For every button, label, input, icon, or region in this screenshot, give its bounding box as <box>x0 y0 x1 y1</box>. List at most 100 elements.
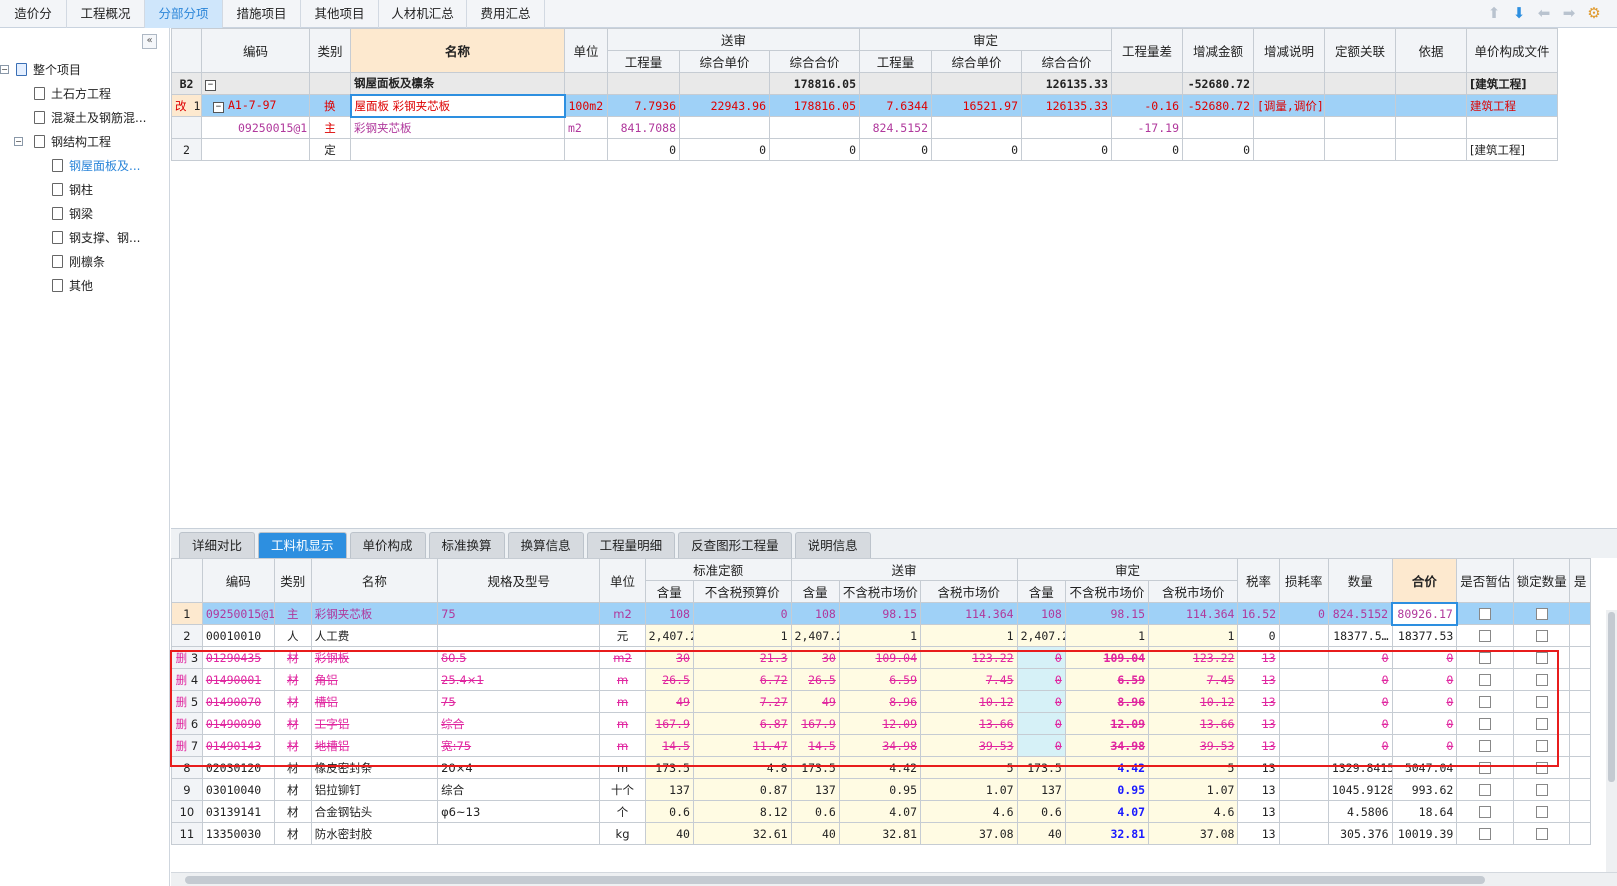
cell-std-c[interactable]: 14.5 <box>644 734 694 757</box>
top-tab[interactable]: 措施项目 <box>223 0 301 28</box>
col-approve-total[interactable]: 综合合价 <box>1021 50 1112 73</box>
cell-std-c[interactable]: 40 <box>644 822 694 845</box>
cell-type[interactable]: 材 <box>273 756 312 779</box>
cell-spec[interactable]: δ0.5 <box>437 646 601 669</box>
cell-qty[interactable]: 1329.8415 <box>1327 756 1393 779</box>
cell-unit[interactable]: m <box>599 734 646 757</box>
cell-type[interactable]: 材 <box>273 800 312 823</box>
cell-a-t[interactable]: 7.45 <box>1148 668 1239 691</box>
cell-name[interactable]: 彩钢夹芯板 <box>310 602 439 625</box>
g2-col-std-content[interactable]: 含量 <box>644 580 694 603</box>
g2-col-name[interactable]: 名称 <box>310 558 439 603</box>
cell-std-p[interactable]: 0 <box>692 602 792 625</box>
tree-item[interactable]: 钢梁 <box>0 202 170 226</box>
cell-diff[interactable]: 0 <box>1111 138 1183 161</box>
g2-col-submit-tax[interactable]: 含税市场价 <box>920 580 1018 603</box>
cell-s-nt[interactable]: 0.95 <box>838 778 922 801</box>
cell-inc[interactable]: -52680.72 <box>1182 94 1254 117</box>
cell-std-c[interactable]: 167.9 <box>644 712 694 735</box>
cell-unit[interactable]: 个 <box>599 800 646 823</box>
table-row[interactable]: 9 03010040 材铝拉铆钉 综合 十个 137 0.87 137 0.95 1.07 137 0… <box>171 778 1591 801</box>
cell-name[interactable]: 防水密封胶 <box>310 822 439 845</box>
col-inc-note[interactable]: 增减说明 <box>1253 28 1325 73</box>
cell-std-p[interactable]: 6.72 <box>692 668 792 691</box>
cell-total[interactable]: 0 <box>1391 690 1458 713</box>
cell-qty[interactable]: 0 <box>1327 712 1393 735</box>
cell-name[interactable]: 人工费 <box>310 624 439 647</box>
is-estimate-checkbox[interactable] <box>1479 608 1492 620</box>
col-approve-qty[interactable]: 工程量 <box>859 50 932 73</box>
cell-loss[interactable] <box>1278 800 1329 823</box>
g2-col-spec[interactable]: 规格及型号 <box>437 558 601 603</box>
cell-s-nt[interactable]: 109.04 <box>838 646 922 669</box>
table-row[interactable]: 1 09250015@1 主彩钢夹芯板 75 m2 108 0 108 98.15 114.364… <box>171 601 1591 626</box>
cell-a-price[interactable]: 0 <box>931 138 1022 161</box>
cell-a-c[interactable]: 173.5 <box>1016 756 1066 779</box>
detail-tab[interactable]: 详细对比 <box>179 532 256 558</box>
lock-qty-checkbox[interactable] <box>1535 652 1548 664</box>
is-estimate-checkbox[interactable] <box>1479 674 1492 686</box>
collapse-icon[interactable]: − <box>213 102 224 113</box>
tree-item[interactable]: − 钢结构工程 <box>0 130 170 154</box>
g2-col-approve-content[interactable]: 含量 <box>1016 580 1066 603</box>
col-code[interactable]: 编码 <box>201 28 310 73</box>
cell-rate[interactable]: 13 <box>1237 712 1280 735</box>
cell-qty[interactable]: 0 <box>1327 690 1393 713</box>
cell-a-total[interactable] <box>1021 116 1112 139</box>
cell-name[interactable]: 槽铝 <box>310 690 439 713</box>
settings-icon[interactable]: ⚙ <box>1585 5 1603 22</box>
col-unit[interactable]: 单位 <box>564 28 608 73</box>
cell-std-c[interactable]: 30 <box>644 646 694 669</box>
cell-std-p[interactable]: 0.87 <box>692 778 792 801</box>
cell-loss[interactable] <box>1278 668 1329 691</box>
cell-qty[interactable]: 0 <box>1327 734 1393 757</box>
cell-a-nt[interactable]: 0.95 <box>1064 778 1150 801</box>
cell-basis[interactable] <box>1395 94 1467 117</box>
g2-col-submit-content[interactable]: 含量 <box>790 580 840 603</box>
cell-std-c[interactable]: 173.5 <box>644 756 694 779</box>
cell-rate[interactable]: 13 <box>1237 668 1280 691</box>
cell-s-qty[interactable] <box>607 72 680 95</box>
cell-name[interactable]: 彩钢夹芯板 <box>350 116 565 139</box>
cell-std-p[interactable]: 6.87 <box>692 712 792 735</box>
top-tab[interactable]: 其他项目 <box>301 0 379 28</box>
horizontal-scrollbar[interactable] <box>171 872 1617 886</box>
cell-s-t[interactable]: 1 <box>920 624 1018 647</box>
tree-item[interactable]: 其他 <box>0 274 170 298</box>
col-quota-link[interactable]: 定额关联 <box>1324 28 1396 73</box>
cell-unit[interactable]: m <box>599 712 646 735</box>
g2-col-is-estimate[interactable]: 是否暂估 <box>1456 558 1514 603</box>
table-row[interactable]: 8 02030120 材橡皮密封条 20×4 m 173.5 4.8 173.5 4.42 5 17… <box>171 756 1591 779</box>
cell-qty[interactable]: 4.5806 <box>1327 800 1393 823</box>
cell-total[interactable]: 80926.17 <box>1391 601 1458 626</box>
lock-qty-checkbox[interactable] <box>1535 806 1548 818</box>
cell-file[interactable] <box>1466 116 1558 139</box>
cell-s-c[interactable]: 137 <box>790 778 840 801</box>
cell-s-c[interactable]: 40 <box>790 822 840 845</box>
cell-a-t[interactable]: 5 <box>1148 756 1239 779</box>
cell-code[interactable]: 03139141 <box>201 800 275 823</box>
cell-unit[interactable] <box>564 138 608 161</box>
cell-qty[interactable]: 305.376 <box>1327 822 1393 845</box>
cell-total[interactable]: 0 <box>1391 734 1458 757</box>
collapse-icon[interactable]: − <box>14 137 23 146</box>
cell-type[interactable]: 材 <box>273 778 312 801</box>
lock-qty-checkbox[interactable] <box>1535 674 1548 686</box>
cell-std-p[interactable]: 1 <box>692 624 792 647</box>
cell-s-t[interactable]: 5 <box>920 756 1018 779</box>
cell-total[interactable]: 5047.04 <box>1391 756 1458 779</box>
cell-type[interactable] <box>309 72 351 95</box>
cell-code[interactable]: − A1-7-97 <box>201 94 310 117</box>
cell-spec[interactable] <box>437 624 601 647</box>
cell-s-nt[interactable]: 6.59 <box>838 668 922 691</box>
cell-file[interactable]: [建筑工程] <box>1466 138 1558 161</box>
is-estimate-checkbox[interactable] <box>1479 718 1492 730</box>
top-tab[interactable]: 费用汇总 <box>467 0 545 28</box>
g2-col-total[interactable]: 合价 <box>1391 558 1458 603</box>
cell-note[interactable] <box>1253 72 1325 95</box>
table-row[interactable]: 删 4 01490001 材角铝 25.4×1 m 26.5 6.72 26.5 6.59 7.4… <box>171 668 1591 691</box>
table-row[interactable]: 09250015@1 主彩钢夹芯板 m2 841.7088 824.5152 -17.19 <box>171 116 1558 139</box>
cell-total[interactable]: 993.62 <box>1391 778 1458 801</box>
cell-name[interactable]: 彩钢板 <box>310 646 439 669</box>
cell-loss[interactable] <box>1278 734 1329 757</box>
